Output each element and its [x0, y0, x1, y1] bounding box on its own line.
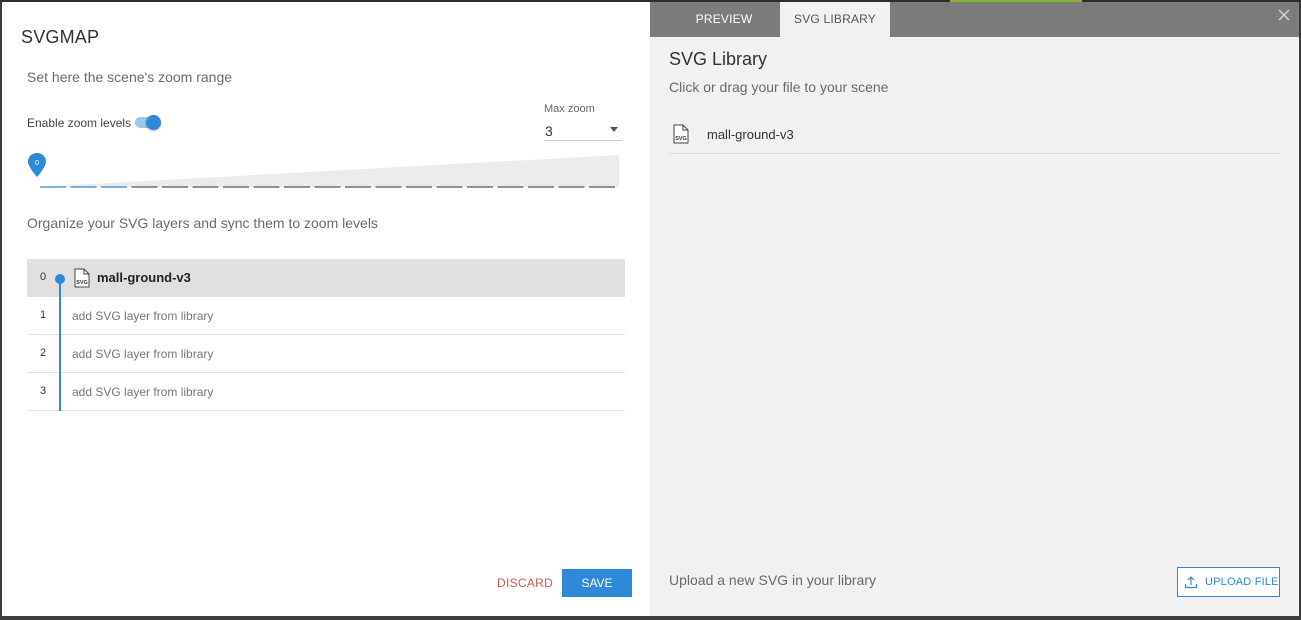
layer-zoom-number: 3	[40, 385, 47, 397]
layer-zoom-number: 0	[40, 271, 47, 283]
layer-timeline	[59, 335, 61, 373]
layer-row-2[interactable]: 2 add SVG layer from library	[27, 335, 625, 373]
add-svg-layer-link[interactable]: add SVG layer from library	[72, 309, 213, 323]
layer-row-1[interactable]: 1 add SVG layer from library	[27, 297, 625, 335]
add-svg-layer-link[interactable]: add SVG layer from library	[72, 385, 213, 399]
tab-svg-library[interactable]: SVG LIBRARY	[780, 2, 890, 37]
svg-text:SVG: SVG	[76, 280, 88, 286]
toggle-knob	[146, 115, 161, 130]
layer-zoom-number: 1	[40, 309, 47, 321]
close-icon[interactable]	[1277, 8, 1291, 22]
modal-title: SVGMAP	[21, 27, 100, 47]
upload-prompt: Upload a new SVG in your library	[669, 572, 876, 588]
layer-name: mall-ground-v3	[97, 270, 191, 285]
layer-timeline	[59, 373, 61, 411]
layer-row-3[interactable]: 3 add SVG layer from library	[27, 373, 625, 411]
svgmap-modal: SVGMAP Set here the scene's zoom range E…	[2, 2, 1299, 616]
library-item[interactable]: SVG mall-ground-v3	[669, 116, 1280, 154]
layer-dot	[55, 274, 65, 284]
tab-bar: PREVIEW SVG LIBRARY	[650, 2, 1299, 37]
save-button[interactable]: SAVE	[562, 569, 632, 597]
svg-text:0: 0	[35, 160, 39, 167]
discard-button[interactable]: DISCARD	[497, 576, 553, 590]
chevron-down-icon	[610, 127, 618, 132]
svgmap-editor-panel: SVGMAP Set here the scene's zoom range E…	[2, 2, 650, 616]
upload-icon	[1184, 576, 1198, 589]
library-subtitle: Click or drag your file to your scene	[669, 79, 889, 95]
organize-layers-heading: Organize your SVG layers and sync them t…	[27, 215, 378, 231]
tab-preview[interactable]: PREVIEW	[670, 2, 778, 37]
library-title: SVG Library	[669, 49, 768, 69]
svg-file-icon: SVG	[74, 268, 90, 288]
zoom-range-slider[interactable]: 0	[27, 152, 619, 192]
max-zoom-value: 3	[545, 123, 553, 139]
layer-zoom-number: 2	[40, 347, 47, 359]
layer-list: 0 SVG mall-ground-v3 1 add SVG layer fro…	[27, 259, 625, 411]
layer-timeline	[59, 297, 61, 335]
enable-zoom-label: Enable zoom levels	[27, 116, 132, 130]
enable-zoom-toggle[interactable]	[133, 115, 161, 130]
upload-file-button[interactable]: UPLOAD FILE	[1177, 567, 1280, 597]
map-pin-icon[interactable]: 0	[27, 152, 47, 178]
library-item-name: mall-ground-v3	[707, 127, 794, 142]
zoom-range-wedge	[35, 155, 619, 187]
max-zoom-select[interactable]: 3	[544, 119, 622, 141]
zoom-range-graphic	[35, 155, 619, 188]
side-panel: PREVIEW SVG LIBRARY SVG Library Click or…	[650, 2, 1299, 616]
svg-text:SVG: SVG	[675, 136, 687, 142]
layer-row-0[interactable]: 0 SVG mall-ground-v3	[27, 259, 625, 297]
zoom-range-heading: Set here the scene's zoom range	[27, 69, 233, 85]
upload-file-label: UPLOAD FILE	[1205, 576, 1279, 588]
svg-file-icon: SVG	[673, 124, 689, 144]
max-zoom-label: Max zoom	[544, 103, 595, 115]
add-svg-layer-link[interactable]: add SVG layer from library	[72, 347, 213, 361]
